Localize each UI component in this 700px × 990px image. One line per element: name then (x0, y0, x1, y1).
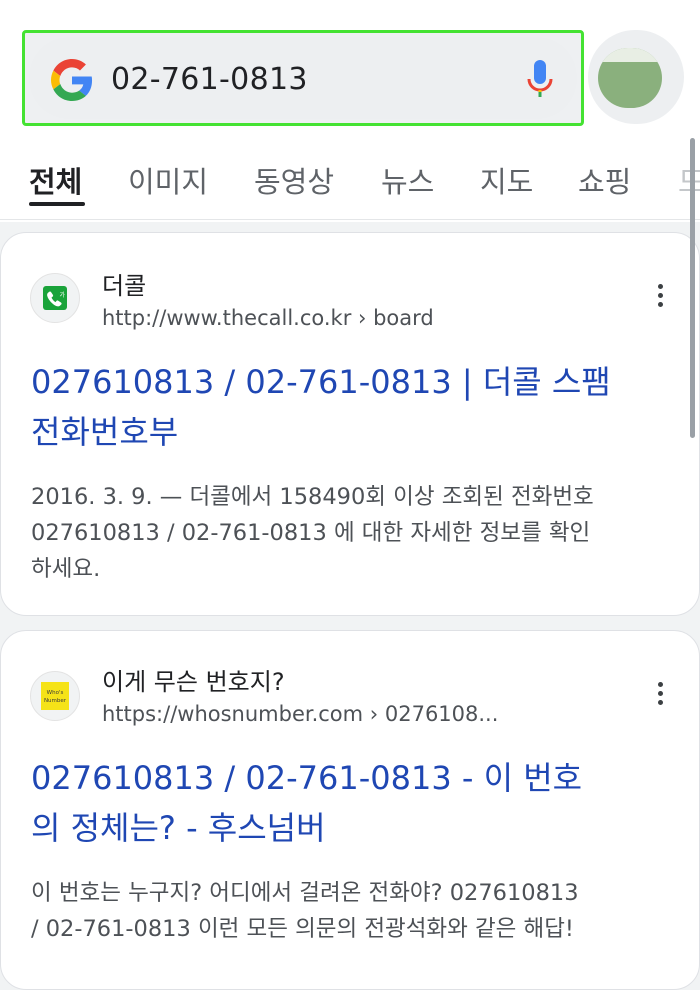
result-title-line1[interactable]: 027610813 / 02-761-0813 | 더콜 스팸 (31, 363, 611, 401)
snippet-line: 2016. 3. 9. — 더콜에서 158490회 이상 조회된 전화번호 (31, 484, 594, 510)
active-tab-indicator (29, 202, 85, 206)
result-url-domain[interactable]: https://whosnumber.com (102, 702, 363, 726)
avatar[interactable] (598, 48, 662, 108)
favicon-glyph: 가 (60, 291, 66, 299)
result-url[interactable]: https://whosnumber.com › 0276108... (102, 700, 498, 728)
tabs-divider (0, 219, 700, 220)
svg-text:Number: Number (44, 698, 67, 704)
result-title-line2[interactable]: 전화번호부 (31, 413, 178, 451)
result-title-line2[interactable]: 의 정체는? - 후스넘버 (31, 809, 326, 847)
snippet-line: / 02-761-0813 이런 모든 의문의 전광석화와 같은 해답! (31, 916, 574, 942)
microphone-icon[interactable] (525, 57, 555, 103)
site-favicon: Who's Number (30, 671, 80, 721)
google-logo-icon (51, 59, 93, 101)
result-title-link[interactable]: 027610813 / 02-761-0813 - 이 번호 의 정체는? - … (31, 753, 582, 853)
tab-images[interactable]: 이미지 (128, 160, 208, 204)
tab-videos[interactable]: 동영상 (254, 160, 334, 204)
whosnumber-logo-icon: Who's Number (41, 682, 69, 710)
phone-icon: 가 (43, 286, 67, 310)
more-options-icon[interactable] (656, 682, 664, 710)
result-snippet: 2016. 3. 9. — 더콜에서 158490회 이상 조회된 전화번호 0… (31, 479, 594, 587)
result-url-path[interactable]: › board (351, 306, 434, 330)
svg-text:Who's: Who's (47, 690, 64, 696)
more-options-icon[interactable] (656, 284, 664, 312)
result-url[interactable]: http://www.thecall.co.kr › board (102, 304, 434, 332)
tab-shopping[interactable]: 쇼핑 (578, 160, 631, 204)
result-url-domain[interactable]: http://www.thecall.co.kr (102, 306, 351, 330)
result-site-name[interactable]: 더콜 (102, 271, 146, 301)
scrollbar[interactable] (690, 138, 695, 438)
tab-news[interactable]: 뉴스 (381, 160, 434, 204)
tab-all[interactable]: 전체 (29, 160, 82, 204)
snippet-line: 이 번호는 누구지? 어디에서 걸려온 전화야? 027610813 (31, 880, 579, 906)
search-query-text[interactable]: 02-761-0813 (111, 59, 308, 101)
tab-more-partial[interactable]: 도 (678, 160, 700, 204)
result-site-name[interactable]: 이게 무슨 번호지? (102, 667, 285, 697)
search-tabs: 전체 이미지 동영상 뉴스 지도 쇼핑 도 (0, 160, 700, 210)
search-result-card[interactable]: 가 더콜 http://www.thecall.co.kr › board 02… (0, 232, 700, 616)
result-title-link[interactable]: 027610813 / 02-761-0813 | 더콜 스팸 전화번호부 (31, 357, 611, 457)
site-favicon: 가 (30, 273, 80, 323)
search-input-container[interactable]: 02-761-0813 (29, 37, 577, 119)
search-bar[interactable]: 02-761-0813 (22, 30, 584, 126)
search-result-card[interactable]: Who's Number 이게 무슨 번호지? https://whosnumb… (0, 630, 700, 990)
snippet-line: 하세요. (31, 556, 101, 582)
result-url-path[interactable]: › 0276108... (363, 702, 499, 726)
tab-maps[interactable]: 지도 (480, 160, 533, 204)
snippet-line: 027610813 / 02-761-0813 에 대한 자세한 정보를 확인 (31, 520, 591, 546)
result-snippet: 이 번호는 누구지? 어디에서 걸려온 전화야? 027610813 / 02-… (31, 875, 579, 947)
result-title-line1[interactable]: 027610813 / 02-761-0813 - 이 번호 (31, 759, 582, 797)
